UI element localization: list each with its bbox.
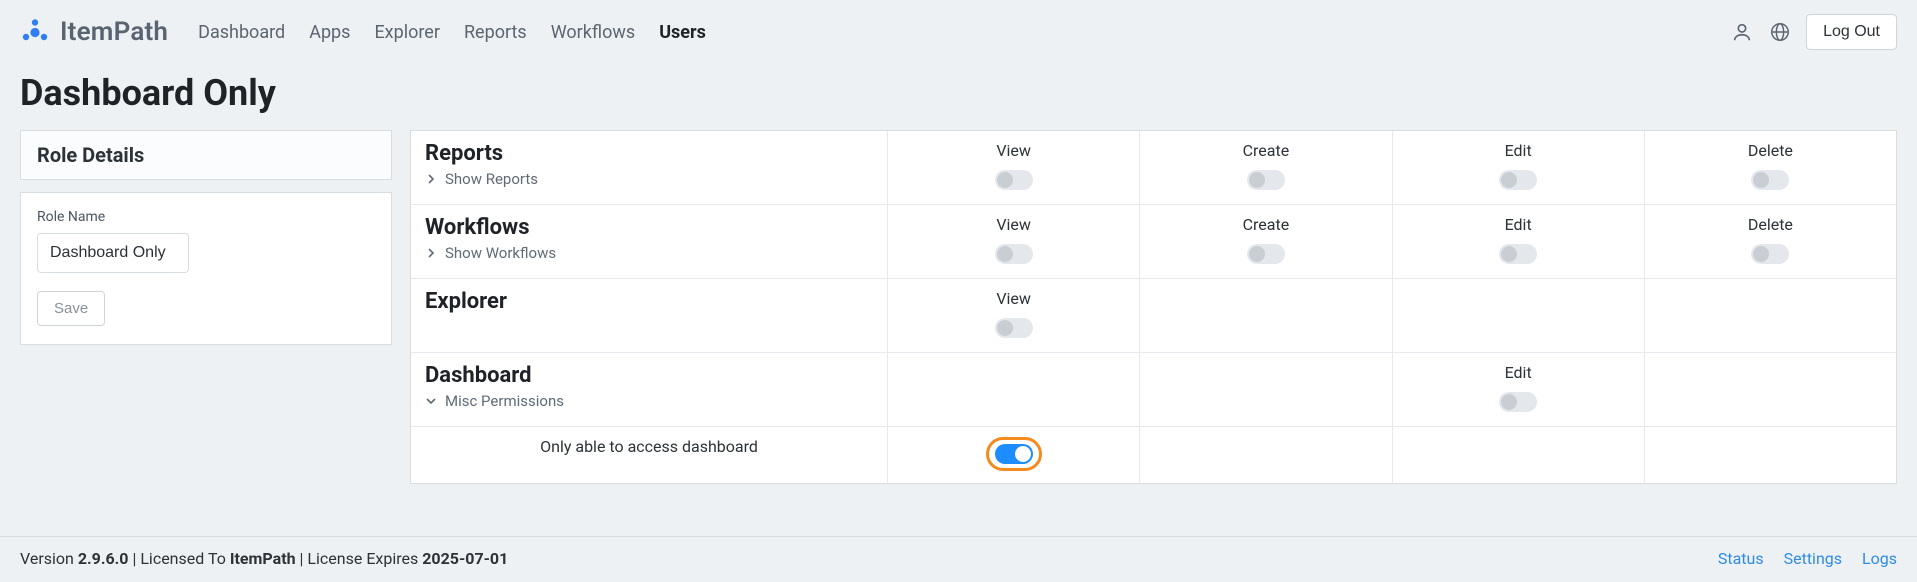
role-form-panel: Role Name Save: [20, 192, 392, 345]
expand-workflows[interactable]: Show Workflows: [425, 244, 556, 262]
perm-label-create: Create: [1243, 215, 1290, 234]
brand: ItemPath: [20, 17, 168, 47]
expand-dashboard-label: Misc Permissions: [445, 392, 564, 410]
perm-label-delete: Delete: [1748, 141, 1793, 160]
save-button[interactable]: Save: [37, 291, 105, 326]
toggle-reports-view[interactable]: [995, 170, 1033, 190]
toggle-reports-create[interactable]: [1247, 170, 1285, 190]
toggle-workflows-view[interactable]: [995, 244, 1033, 264]
app-header: ItemPath Dashboard Apps Explorer Reports…: [0, 0, 1917, 64]
footer-link-status[interactable]: Status: [1718, 549, 1764, 568]
brand-name: ItemPath: [60, 17, 168, 47]
nav-apps[interactable]: Apps: [309, 22, 350, 43]
role-details-column: Role Details Role Name Save: [20, 130, 392, 484]
section-title-reports: Reports: [425, 141, 503, 166]
user-icon[interactable]: [1730, 20, 1754, 44]
chevron-right-icon: [425, 173, 437, 185]
perm-label-edit: Edit: [1505, 215, 1532, 234]
section-title-dashboard: Dashboard: [425, 363, 532, 388]
expand-reports-label: Show Reports: [445, 170, 538, 188]
toggle-workflows-delete[interactable]: [1751, 244, 1789, 264]
toggle-dashboard-edit[interactable]: [1499, 392, 1537, 412]
footer-link-logs[interactable]: Logs: [1862, 549, 1897, 568]
main-content: Role Details Role Name Save Reports: [0, 130, 1917, 484]
perm-section-dashboard: Dashboard Misc Permissions Edit: [411, 352, 1896, 426]
role-name-label: Role Name: [37, 209, 375, 225]
page-title: Dashboard Only: [0, 64, 1917, 130]
toggle-explorer-view[interactable]: [995, 318, 1033, 338]
role-name-input[interactable]: [37, 233, 189, 273]
main-nav: Dashboard Apps Explorer Reports Workflow…: [198, 22, 706, 43]
perm-section-reports: Reports Show Reports View Create Edit: [411, 131, 1896, 204]
role-details-panel: Role Details: [20, 130, 392, 180]
perm-label-view: View: [996, 141, 1031, 160]
subperm-label: Only able to access dashboard: [425, 437, 873, 456]
perm-label-create: Create: [1243, 141, 1290, 160]
header-right: Log Out: [1730, 14, 1897, 50]
footer-link-settings[interactable]: Settings: [1784, 549, 1842, 568]
highlight-ring: [986, 437, 1042, 471]
perm-label-view: View: [996, 289, 1031, 308]
nav-reports[interactable]: Reports: [464, 22, 527, 43]
chevron-down-icon: [425, 395, 437, 407]
permissions-table: Reports Show Reports View Create Edit: [410, 130, 1897, 484]
toggle-workflows-edit[interactable]: [1499, 244, 1537, 264]
toggle-reports-delete[interactable]: [1751, 170, 1789, 190]
nav-workflows[interactable]: Workflows: [551, 22, 636, 43]
toggle-reports-edit[interactable]: [1499, 170, 1537, 190]
expand-reports[interactable]: Show Reports: [425, 170, 538, 188]
globe-icon[interactable]: [1768, 20, 1792, 44]
section-title-explorer: Explorer: [425, 289, 507, 314]
perm-section-explorer: Explorer View: [411, 278, 1896, 352]
perm-label-delete: Delete: [1748, 215, 1793, 234]
footer-version: Version 2.9.6.0 | Licensed To ItemPath |…: [20, 549, 508, 568]
section-title-workflows: Workflows: [425, 215, 530, 240]
toggle-workflows-create[interactable]: [1247, 244, 1285, 264]
nav-users[interactable]: Users: [659, 22, 706, 43]
perm-section-workflows: Workflows Show Workflows View Create Edi…: [411, 204, 1896, 278]
footer-links: Status Settings Logs: [1718, 549, 1897, 568]
perm-label-edit: Edit: [1505, 363, 1532, 382]
role-details-header: Role Details: [21, 131, 391, 179]
logout-button[interactable]: Log Out: [1806, 14, 1897, 50]
expand-dashboard[interactable]: Misc Permissions: [425, 392, 564, 410]
perm-label-edit: Edit: [1505, 141, 1532, 160]
brand-logo-icon: [20, 17, 50, 47]
app-footer: Version 2.9.6.0 | Licensed To ItemPath |…: [0, 536, 1917, 582]
expand-workflows-label: Show Workflows: [445, 244, 556, 262]
chevron-right-icon: [425, 247, 437, 259]
nav-dashboard[interactable]: Dashboard: [198, 22, 285, 43]
perm-subrow-dashboard-only: Only able to access dashboard: [411, 426, 1896, 483]
nav-explorer[interactable]: Explorer: [374, 22, 440, 43]
perm-label-view: View: [996, 215, 1031, 234]
toggle-dashboard-only-access[interactable]: [995, 444, 1033, 464]
